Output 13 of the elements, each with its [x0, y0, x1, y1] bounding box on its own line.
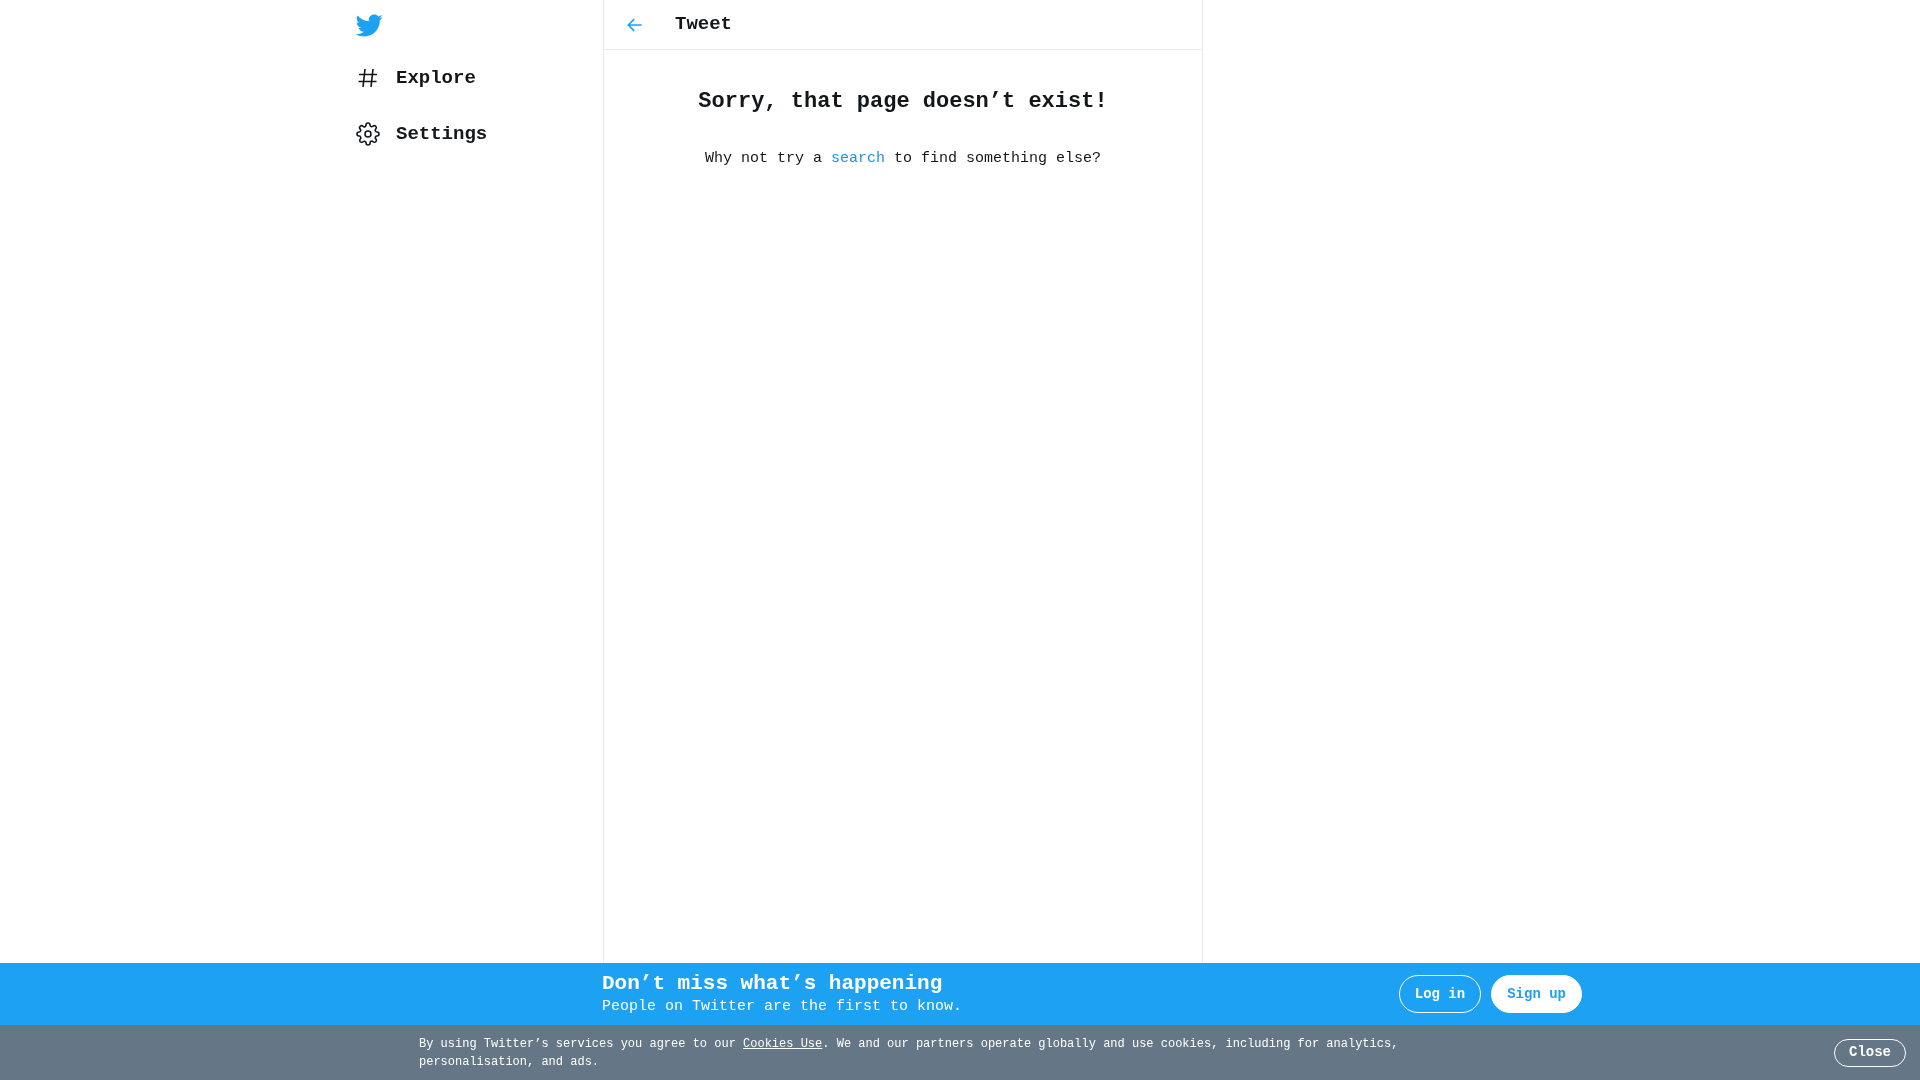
header-title: Tweet: [675, 12, 732, 38]
banner-subtitle: People on Twitter are the first to know.: [602, 997, 964, 1017]
cookie-notice: By using Twitter’s services you agree to our Cookies Use. We and our partners operate globally and use cookies, including for analytics, personalisation, and ads.: [419, 1035, 1400, 1071]
hashtag-icon: [356, 66, 380, 90]
settings-icon: [356, 122, 380, 146]
search-link[interactable]: search: [831, 150, 885, 167]
error-message: Why not try a search to find something else?: [704, 149, 1102, 169]
sidebar-link[interactable]: Settings: [356, 106, 603, 162]
error-heading: Sorry, that page doesn’t exist!: [698, 88, 1108, 116]
cookies-use-link[interactable]: Cookies Use: [743, 1036, 823, 1051]
banner-title: Don’t miss what’s happening: [602, 971, 944, 997]
sidebar-link[interactable]: Explore: [356, 50, 603, 106]
signup-button[interactable]: Sign up: [1491, 975, 1582, 1013]
